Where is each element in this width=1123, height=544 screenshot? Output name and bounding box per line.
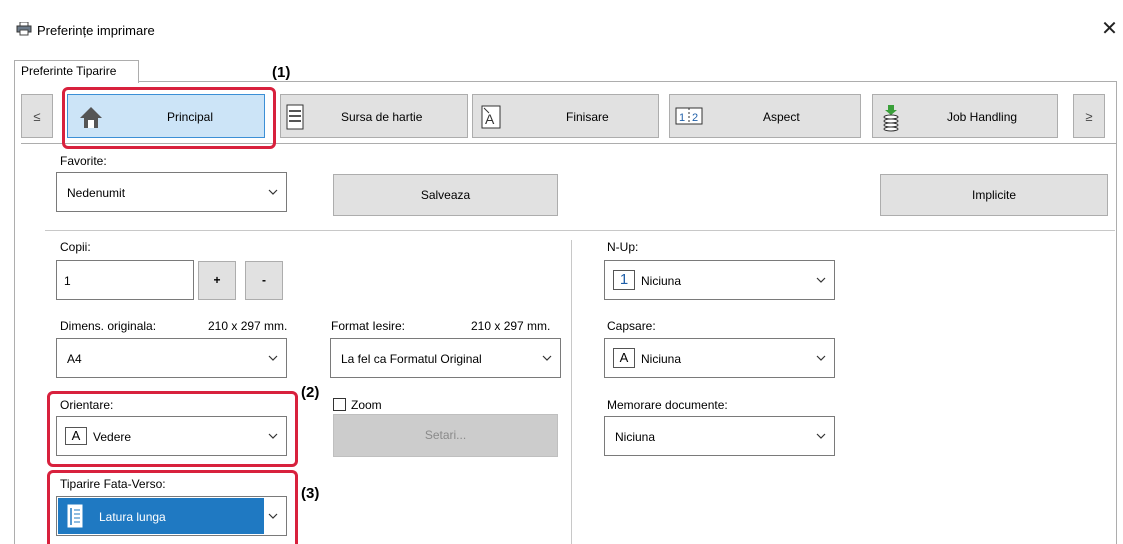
callout-box-3 — [47, 470, 298, 544]
chevron-down-icon — [816, 355, 826, 361]
title-bar: Preferințe imprimare ✕ — [0, 0, 1123, 52]
chevron-down-icon — [268, 355, 278, 361]
doc-storage-value: Niciuna — [615, 430, 656, 444]
copies-decrement-button[interactable]: - — [245, 261, 283, 300]
copies-increment-button[interactable]: + — [198, 261, 236, 300]
nup-label: N-Up: — [607, 240, 639, 254]
doc-storage-select[interactable]: Niciuna — [604, 416, 835, 456]
nup-select[interactable]: 1 Niciuna — [604, 260, 835, 300]
original-size-label: Dimens. originala: — [60, 319, 157, 333]
nup-page-icon: 1 — [613, 270, 635, 290]
zoom-settings-button[interactable]: Setari... — [333, 414, 558, 457]
zoom-checkbox[interactable] — [333, 398, 346, 411]
favorites-value: Nedenumit — [67, 186, 126, 200]
favorites-select[interactable]: Nedenumit — [56, 172, 287, 212]
printer-icon — [16, 22, 32, 36]
svg-text:2: 2 — [692, 112, 698, 124]
callout-label-1: (1) — [272, 64, 291, 81]
copies-value: 1 — [64, 274, 71, 288]
nav-paper-source-button[interactable]: Sursa de hartie — [280, 94, 468, 138]
finishing-icon: A — [481, 105, 501, 129]
original-size-dims: 210 x 297 mm. — [208, 319, 288, 333]
callout-label-3: (3) — [301, 485, 320, 502]
nav-finishing-label: Finisare — [566, 110, 609, 124]
layout-icon: 1 2 — [675, 107, 703, 125]
callout-box-2 — [47, 391, 298, 467]
output-format-select[interactable]: La fel ca Formatul Original — [330, 338, 561, 378]
copies-label: Copii: — [60, 240, 91, 254]
tab-print-preferences[interactable]: Preferinte Tiparire — [14, 60, 139, 83]
callout-label-2: (2) — [301, 384, 320, 401]
svg-text:1: 1 — [679, 112, 685, 124]
favorites-label: Favorite: — [60, 154, 107, 168]
nav-job-handling-label: Job Handling — [947, 110, 1018, 124]
nav-aspect-label: Aspect — [763, 110, 800, 124]
output-format-value: La fel ca Formatul Original — [341, 352, 482, 366]
close-button[interactable]: ✕ — [1096, 16, 1123, 44]
section-divider — [45, 230, 1115, 231]
staple-select[interactable]: A Niciuna — [604, 338, 835, 378]
nav-aspect-button[interactable]: 1 2 Aspect — [669, 94, 861, 138]
chevron-down-icon — [816, 433, 826, 439]
nav-finishing-button[interactable]: A Finisare — [472, 94, 659, 138]
defaults-button[interactable]: Implicite — [880, 174, 1108, 216]
job-handling-icon — [883, 105, 899, 132]
output-format-label: Format Iesire: — [331, 319, 406, 333]
zoom-label: Zoom — [351, 398, 382, 412]
copies-input[interactable]: 1 — [56, 260, 194, 300]
original-size-value: A4 — [67, 352, 82, 366]
staple-label: Capsare: — [607, 319, 656, 333]
nav-paper-source-label: Sursa de hartie — [341, 110, 423, 124]
column-divider — [571, 240, 572, 544]
doc-storage-label: Memorare documente: — [607, 398, 728, 412]
nav-next-button[interactable]: ≥ — [1073, 94, 1105, 138]
nav-job-handling-button[interactable]: Job Handling — [872, 94, 1058, 138]
nav-prev-button[interactable]: ≤ — [21, 94, 53, 138]
save-button[interactable]: Salveaza — [333, 174, 558, 216]
paper-tray-icon — [286, 104, 304, 130]
original-size-select[interactable]: A4 — [56, 338, 287, 378]
chevron-down-icon — [542, 355, 552, 361]
staple-page-icon: A — [613, 348, 635, 368]
nup-value: Niciuna — [641, 274, 682, 288]
chevron-down-icon — [268, 189, 278, 195]
window-title: Preferințe imprimare — [37, 23, 155, 38]
callout-box-1 — [62, 87, 276, 149]
tab-strip: Preferinte Tiparire — [14, 60, 1117, 83]
staple-value: Niciuna — [641, 352, 682, 366]
output-format-dims: 210 x 297 mm. — [471, 319, 551, 333]
svg-text:A: A — [485, 111, 495, 127]
chevron-down-icon — [816, 277, 826, 283]
